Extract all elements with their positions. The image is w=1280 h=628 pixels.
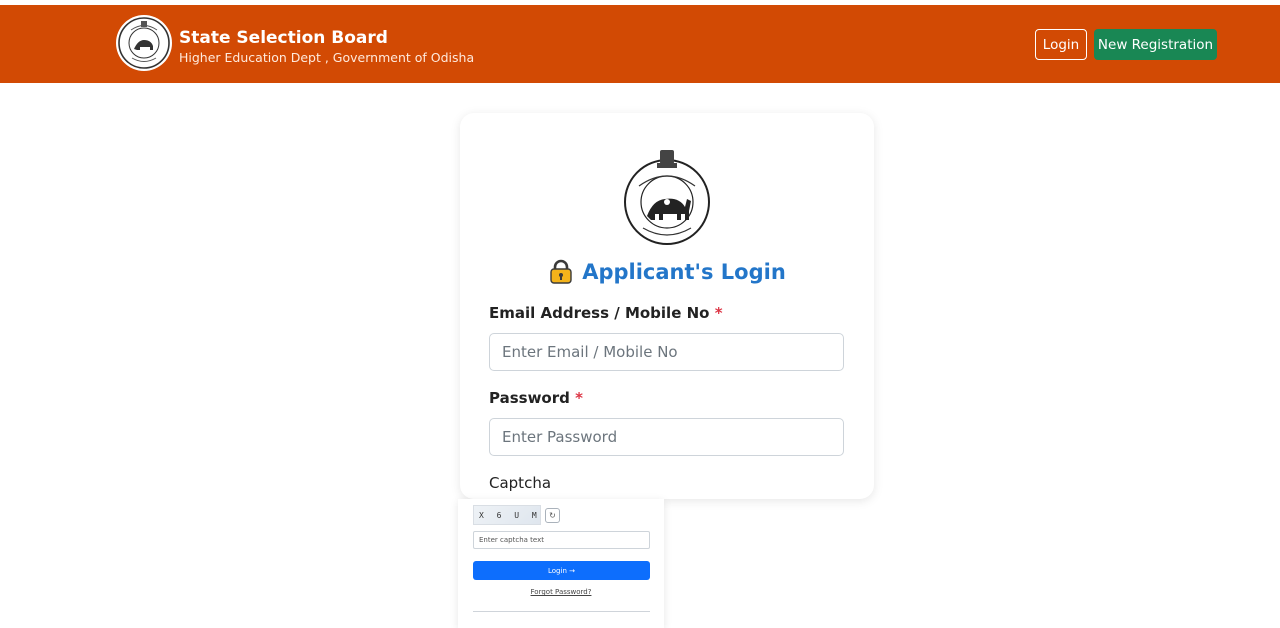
divider <box>473 611 650 612</box>
password-input[interactable] <box>489 418 844 456</box>
login-title: Applicant's Login <box>582 260 786 284</box>
required-mark: * <box>714 304 723 322</box>
login-submit-button[interactable]: Login → <box>473 561 650 580</box>
captcha-image: X 6 U M C <box>473 505 541 525</box>
cutoff-text <box>490 623 640 628</box>
email-input[interactable] <box>489 333 844 371</box>
login-heading: Applicant's Login <box>460 259 874 285</box>
required-mark: * <box>575 389 583 407</box>
new-registration-button[interactable]: New Registration <box>1094 29 1217 60</box>
password-label-text: Password <box>489 389 570 407</box>
forgot-password-link[interactable]: Forgot Password? <box>458 588 664 596</box>
password-label: Password * <box>489 389 583 407</box>
email-label: Email Address / Mobile No * <box>489 304 723 322</box>
login-card: Applicant's Login Email Address / Mobile… <box>460 113 874 499</box>
captcha-label: Captcha <box>489 474 552 492</box>
captcha-input[interactable] <box>473 531 650 549</box>
nav-login-button[interactable]: Login <box>1035 29 1087 60</box>
email-label-text: Email Address / Mobile No <box>489 304 710 322</box>
site-title: State Selection Board <box>179 28 388 48</box>
captcha-section: X 6 U M C ↻ Login → Forgot Password? <box>458 499 664 628</box>
navbar: State Selection Board Higher Education D… <box>0 5 1280 83</box>
odisha-emblem-icon <box>621 146 713 248</box>
site-subtitle: Higher Education Dept , Government of Od… <box>179 50 475 65</box>
odisha-emblem-icon <box>116 15 172 71</box>
refresh-icon[interactable]: ↻ <box>545 508 560 523</box>
lock-icon <box>548 259 574 285</box>
